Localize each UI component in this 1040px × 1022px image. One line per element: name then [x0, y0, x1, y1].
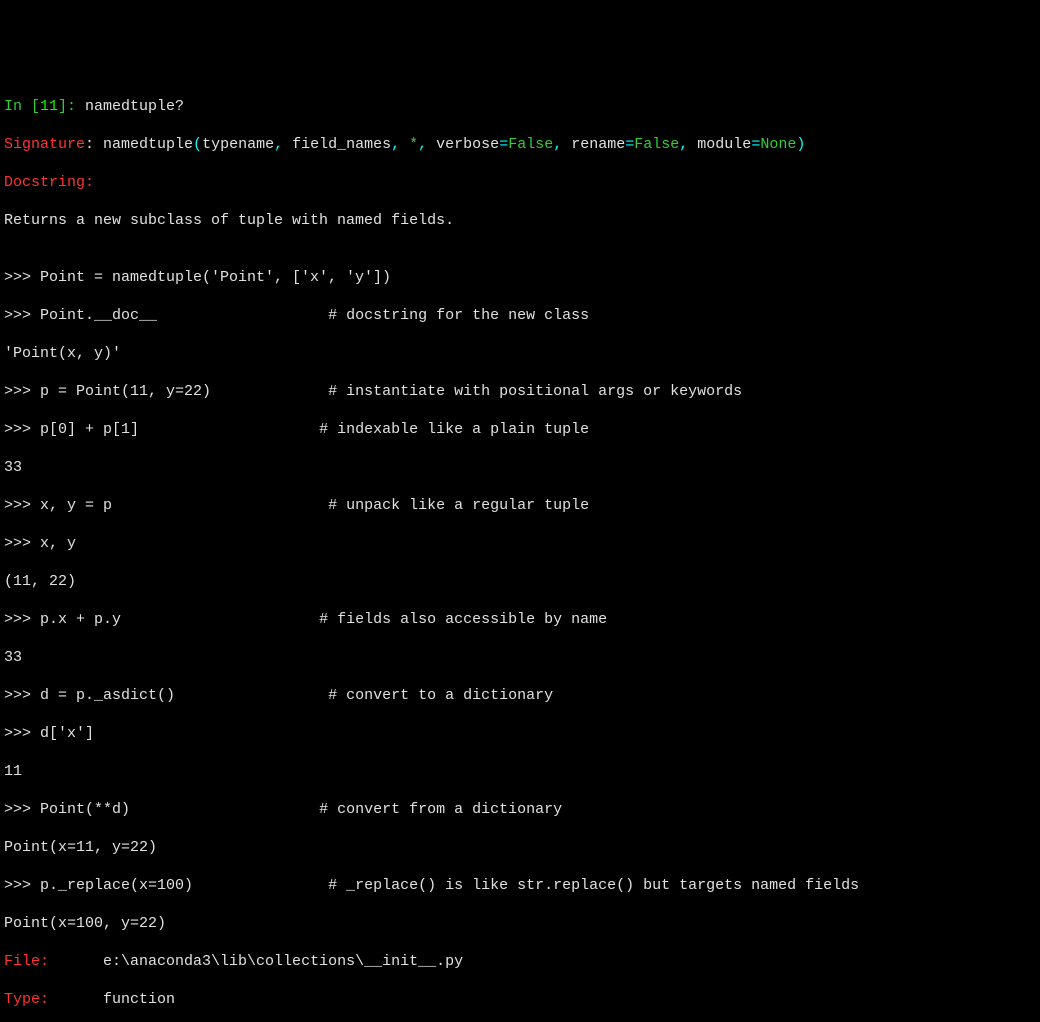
docstring-text: Returns a new subclass of tuple with nam…	[4, 211, 1036, 230]
example-line: Point(x=100, y=22)	[4, 914, 1036, 933]
comment: # convert to a dictionary	[328, 687, 553, 704]
sig-eq1: =	[499, 136, 508, 153]
code: >>> Point(**d)	[4, 801, 130, 818]
sig-colon: :	[85, 136, 103, 153]
sig-v1: False	[508, 136, 553, 153]
code: >>> p._replace(x=100)	[4, 877, 193, 894]
sig-star: *	[409, 136, 418, 153]
file-path: e:\anaconda3\lib\collections\__init__.py	[103, 953, 463, 970]
signature-line: Signature: namedtuple(typename, field_na…	[4, 135, 1036, 154]
code: >>> p = Point(11, y=22)	[4, 383, 211, 400]
example-line: Point(x=11, y=22)	[4, 838, 1036, 857]
input-prompt-line: In [11]: namedtuple?	[4, 97, 1036, 116]
file-label: File:	[4, 953, 49, 970]
pad	[175, 687, 328, 704]
code: >>> p[0] + p[1]	[4, 421, 139, 438]
pad	[49, 991, 103, 1008]
type-line: Type: function	[4, 990, 1036, 1009]
pad	[157, 307, 328, 324]
pad	[139, 421, 319, 438]
sig-v3: None	[760, 136, 796, 153]
sig-p4: rename	[571, 136, 625, 153]
example-line: >>> p._replace(x=100) # _replace() is li…	[4, 876, 1036, 895]
example-line: >>> p[0] + p[1] # indexable like a plain…	[4, 420, 1036, 439]
example-line: 33	[4, 458, 1036, 477]
example-line: >>> p.x + p.y # fields also accessible b…	[4, 610, 1036, 629]
type-value: function	[103, 991, 175, 1008]
sig-close: )	[796, 136, 805, 153]
sig-p2: field_names	[292, 136, 391, 153]
sig-c1: ,	[274, 136, 292, 153]
sig-fn: namedtuple	[103, 136, 193, 153]
sig-eq2: =	[625, 136, 634, 153]
docstring-label: Docstring:	[4, 173, 1036, 192]
pad	[193, 877, 328, 894]
sig-c4: ,	[553, 136, 571, 153]
example-line: >>> d['x']	[4, 724, 1036, 743]
code: >>> Point.__doc__	[4, 307, 157, 324]
pad	[211, 383, 328, 400]
example-line: >>> d = p._asdict() # convert to a dicti…	[4, 686, 1036, 705]
terminal-output[interactable]: In [11]: namedtuple? Signature: namedtup…	[4, 78, 1036, 1022]
pad	[121, 611, 319, 628]
sig-c3: ,	[418, 136, 436, 153]
comment: # docstring for the new class	[328, 307, 589, 324]
in-close: ]:	[58, 98, 85, 115]
in-number: 11	[40, 98, 58, 115]
sig-c5: ,	[679, 136, 697, 153]
sig-p1: typename	[202, 136, 274, 153]
file-line: File: e:\anaconda3\lib\collections\__ini…	[4, 952, 1036, 971]
example-line: >>> x, y	[4, 534, 1036, 553]
example-line: >>> Point.__doc__ # docstring for the ne…	[4, 306, 1036, 325]
example-line: >>> p = Point(11, y=22) # instantiate wi…	[4, 382, 1036, 401]
type-label: Type:	[4, 991, 49, 1008]
sig-open: (	[193, 136, 202, 153]
code: >>> p.x + p.y	[4, 611, 121, 628]
sig-p3: verbose	[436, 136, 499, 153]
code: >>> d = p._asdict()	[4, 687, 175, 704]
signature-label: Signature	[4, 136, 85, 153]
code: >>> x, y = p	[4, 497, 112, 514]
sig-eq3: =	[751, 136, 760, 153]
example-line: 'Point(x, y)'	[4, 344, 1036, 363]
comment: # unpack like a regular tuple	[328, 497, 589, 514]
example-line: >>> Point(**d) # convert from a dictiona…	[4, 800, 1036, 819]
sig-v2: False	[634, 136, 679, 153]
example-line: (11, 22)	[4, 572, 1036, 591]
example-line: 33	[4, 648, 1036, 667]
sig-p5: module	[697, 136, 751, 153]
comment: # _replace() is like str.replace() but t…	[328, 877, 859, 894]
in-label: In [	[4, 98, 40, 115]
example-line: >>> Point = namedtuple('Point', ['x', 'y…	[4, 268, 1036, 287]
sig-c2: ,	[391, 136, 409, 153]
example-line: 11	[4, 762, 1036, 781]
pad	[130, 801, 319, 818]
comment: # convert from a dictionary	[319, 801, 562, 818]
comment: # instantiate with positional args or ke…	[328, 383, 742, 400]
comment: # indexable like a plain tuple	[319, 421, 589, 438]
pad	[112, 497, 328, 514]
comment: # fields also accessible by name	[319, 611, 607, 628]
example-line: >>> x, y = p # unpack like a regular tup…	[4, 496, 1036, 515]
input-command: namedtuple?	[85, 98, 184, 115]
pad	[49, 953, 103, 970]
